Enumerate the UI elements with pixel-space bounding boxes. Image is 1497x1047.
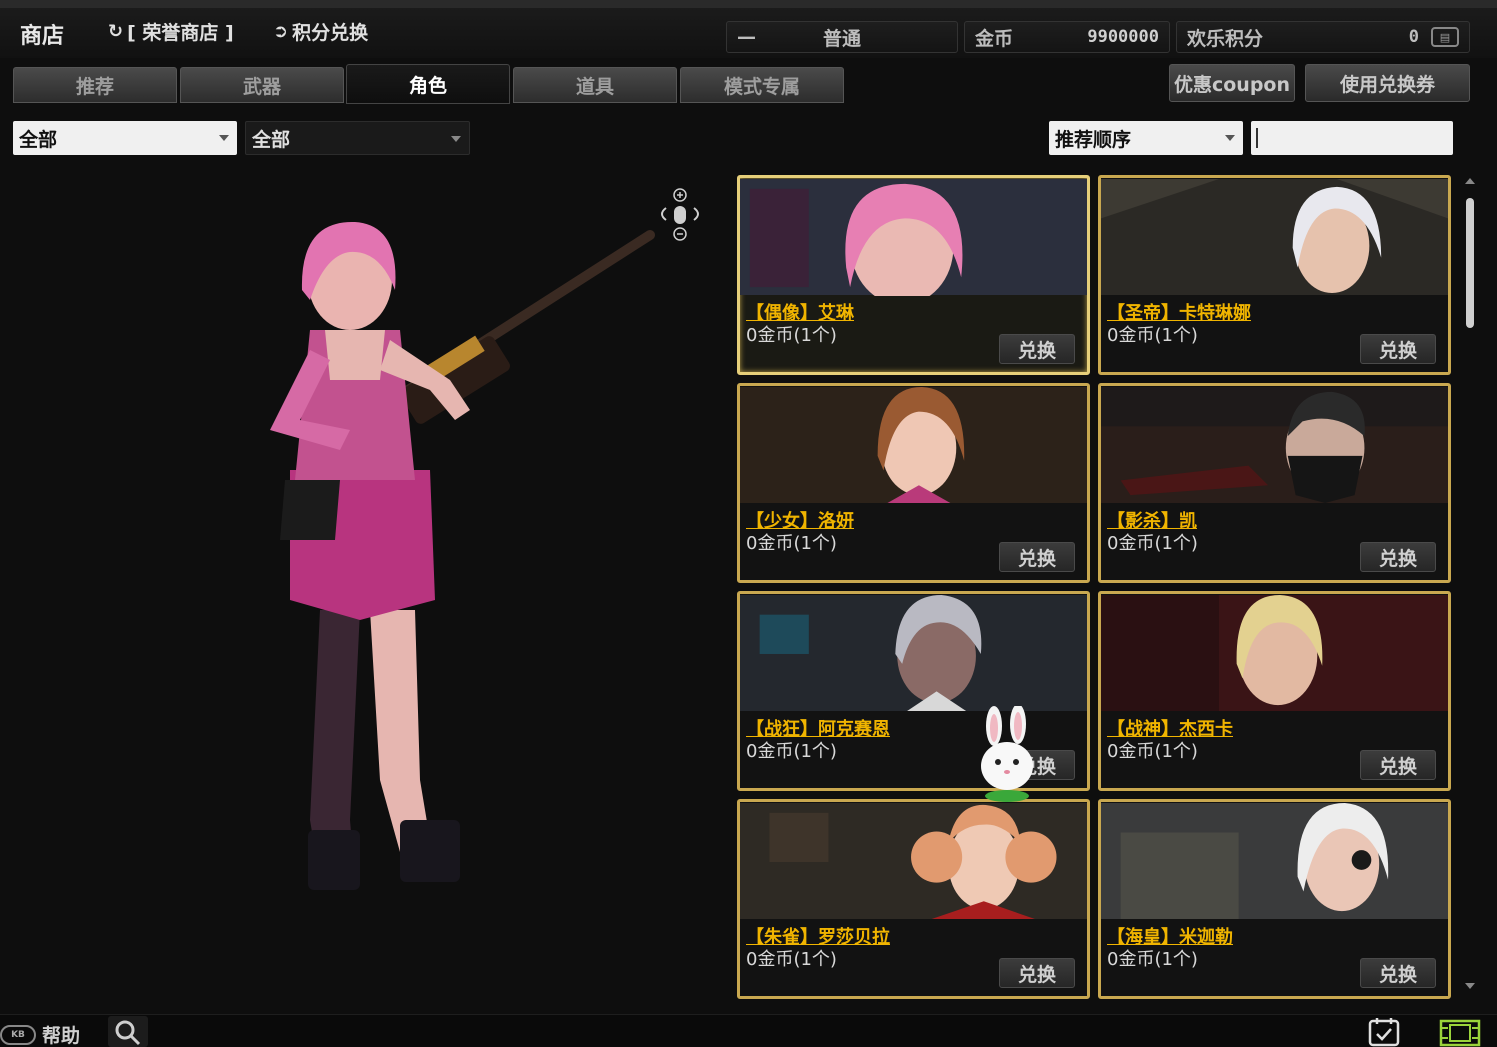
subcategory-value: 全部 [252, 128, 291, 151]
chevron-down-icon [1225, 135, 1235, 141]
tab-items[interactable]: 道具 [513, 67, 677, 103]
exchange-button[interactable]: 兑换 [999, 542, 1075, 572]
mode-selector[interactable]: — 普通 [726, 21, 958, 53]
character-portrait [740, 179, 1087, 296]
character-portrait [740, 595, 1087, 711]
item-scrollbar[interactable] [1462, 178, 1478, 993]
item-card[interactable]: 【海皇】米迦勒 0金币(1个) 兑换 [1098, 799, 1451, 999]
tab-mode-exclusive[interactable]: 模式专属 [680, 67, 844, 103]
honor-shop-label: [ 荣誉商店 ] [127, 22, 234, 44]
item-card[interactable]: 【战神】杰西卡 0金币(1个) 兑换 [1098, 591, 1451, 791]
top-bar: 商店 ↻ [ 荣誉商店 ] ➲ 积分兑换 — 普通 金币 9900000 欢乐积… [0, 0, 1497, 58]
tab-weapons[interactable]: 武器 [180, 67, 344, 103]
scroll-thumb[interactable] [1466, 198, 1474, 328]
item-price: 0金币(1个) [746, 949, 837, 970]
character-portrait [1101, 179, 1448, 295]
ticket-icon[interactable]: ▤ [1431, 27, 1459, 47]
coupon-button[interactable]: 优惠coupon [1169, 64, 1295, 102]
item-card[interactable]: 【圣帝】卡特琳娜 0金币(1个) 兑换 [1098, 175, 1451, 375]
search-input[interactable] [1251, 121, 1453, 155]
rotate-zoom-control[interactable] [652, 186, 708, 242]
item-price: 0金币(1个) [746, 533, 837, 554]
item-card[interactable]: 【偶像】艾琳 0金币(1个) 兑换 [737, 175, 1090, 375]
character-portrait [1101, 387, 1448, 503]
keyboard-icon: KB [0, 1024, 36, 1045]
gold-value: 9900000 [1087, 27, 1159, 47]
points-exchange-label: 积分兑换 [292, 22, 369, 44]
scroll-down-icon[interactable] [1465, 983, 1475, 989]
character-portrait [1101, 803, 1448, 919]
category-select[interactable]: 全部 [13, 121, 237, 155]
character-portrait [740, 387, 1087, 503]
help-label: 帮助 [42, 1025, 81, 1047]
search-icon[interactable] [108, 1016, 148, 1047]
item-price: 0金币(1个) [746, 741, 837, 762]
item-card[interactable]: 【朱雀】罗莎贝拉 0金币(1个) 兑换 [737, 799, 1090, 999]
exchange-button[interactable]: 兑换 [1360, 958, 1436, 988]
shop-title: 商店 [20, 24, 65, 49]
exchange-button[interactable]: 兑换 [999, 958, 1075, 988]
gold-balance: 金币 9900000 [964, 21, 1170, 53]
category-value: 全部 [19, 128, 58, 151]
chevron-down-icon [451, 136, 461, 142]
help-button[interactable]: KB 帮助 [0, 1021, 80, 1047]
calendar-check-icon[interactable] [1366, 1016, 1402, 1047]
scroll-up-icon[interactable] [1465, 178, 1475, 184]
arrow-circle-icon: ➲ [273, 21, 289, 42]
subcategory-select[interactable]: 全部 [245, 121, 470, 155]
bunny-pet-icon[interactable] [972, 706, 1042, 804]
item-price: 0金币(1个) [1107, 949, 1198, 970]
item-grid: 【偶像】艾琳 0金币(1个) 兑换 【圣帝】卡特琳娜 0金币(1个) 兑换 【少… [737, 175, 1453, 1000]
film-icon[interactable] [1438, 1018, 1482, 1047]
refresh-icon: ↻ [108, 21, 124, 42]
use-voucher-button[interactable]: 使用兑换券 [1305, 64, 1470, 102]
gold-label: 金币 [975, 27, 1014, 50]
item-price: 0金币(1个) [1107, 741, 1198, 762]
item-price: 0金币(1个) [746, 325, 837, 346]
exchange-button[interactable]: 兑换 [1360, 750, 1436, 780]
item-price: 0金币(1个) [1107, 533, 1198, 554]
sort-select[interactable]: 推荐顺序 [1049, 121, 1243, 155]
exchange-button[interactable]: 兑换 [1360, 542, 1436, 572]
exchange-button[interactable]: 兑换 [1360, 334, 1436, 364]
chevron-down-icon [219, 135, 229, 141]
character-preview[interactable] [230, 180, 690, 940]
item-card[interactable]: 【少女】洛妍 0金币(1个) 兑换 [737, 383, 1090, 583]
sort-value: 推荐顺序 [1055, 128, 1132, 151]
mode-label: 普通 [822, 27, 861, 50]
bottom-bar: KB 帮助 [0, 1014, 1497, 1047]
tab-characters[interactable]: 角色 [346, 64, 510, 104]
item-price: 0金币(1个) [1107, 325, 1198, 346]
honor-shop-link[interactable]: ↻ [ 荣誉商店 ] [108, 18, 234, 45]
points-label: 欢乐积分 [1187, 27, 1264, 50]
points-value: 0 [1408, 27, 1419, 47]
character-portrait [740, 803, 1087, 919]
character-portrait [1101, 595, 1448, 711]
item-card[interactable]: 【影杀】凯 0金币(1个) 兑换 [1098, 383, 1451, 583]
exchange-button[interactable]: 兑换 [999, 334, 1075, 364]
tab-recommended[interactable]: 推荐 [13, 67, 177, 103]
points-balance: 欢乐积分 0 ▤ [1176, 21, 1470, 53]
text-caret [1256, 128, 1258, 148]
points-exchange-link[interactable]: ➲ 积分兑换 [273, 18, 368, 45]
